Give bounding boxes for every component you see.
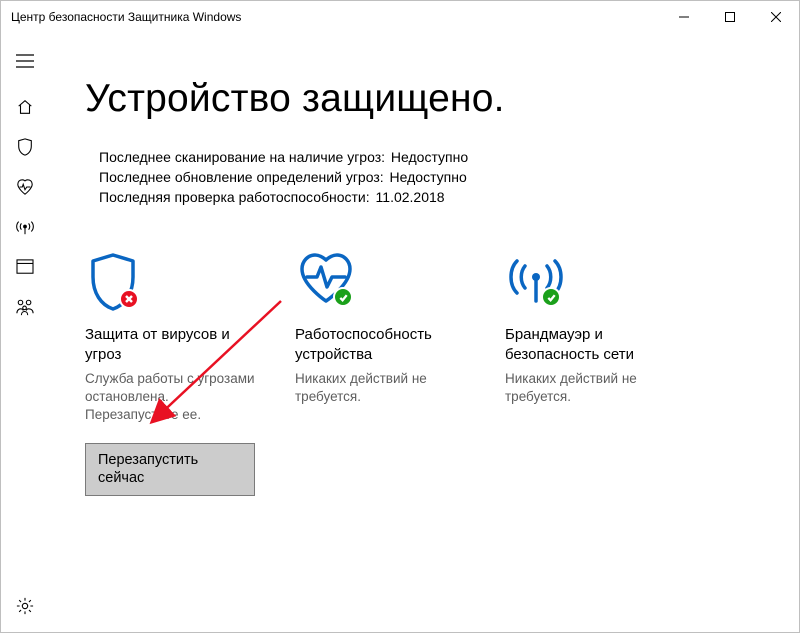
nav-settings[interactable]	[1, 588, 49, 628]
nav-hamburger[interactable]	[1, 41, 49, 81]
card-virus-protection[interactable]: Защита от вирусов и угроз Служба работы …	[85, 251, 255, 496]
page-title: Устройство защищено.	[85, 77, 799, 121]
heart-large-icon	[295, 251, 465, 321]
shield-large-icon	[85, 251, 255, 321]
sidebar	[1, 33, 49, 632]
card-desc: Служба работы с угрозами остановлена. Пе…	[85, 370, 255, 425]
nav-app-browser-control[interactable]	[1, 249, 49, 289]
home-icon	[16, 98, 34, 121]
status-summary: Последнее сканирование на наличие угроз:…	[99, 149, 799, 205]
restart-now-label: Перезапустить сейчас	[98, 452, 198, 486]
last-scan-value: Недоступно	[391, 149, 468, 165]
card-title: Работоспособность устройства	[295, 325, 465, 364]
card-device-health[interactable]: Работоспособность устройства Никаких дей…	[295, 251, 465, 496]
card-firewall[interactable]: Брандмауэр и безопасность сети Никаких д…	[505, 251, 675, 496]
heart-icon	[15, 178, 35, 201]
nav-firewall[interactable]	[1, 209, 49, 249]
antenna-large-icon	[505, 251, 675, 321]
last-defs-value: Недоступно	[390, 169, 467, 185]
status-ok-badge	[333, 287, 353, 307]
card-title: Брандмауэр и безопасность сети	[505, 325, 675, 364]
minimize-button[interactable]	[661, 1, 707, 33]
nav-family-options[interactable]	[1, 289, 49, 329]
status-cards: Защита от вирусов и угроз Служба работы …	[85, 251, 725, 496]
last-health-value: 11.02.2018	[376, 189, 445, 205]
titlebar: Центр безопасности Защитника Windows	[1, 1, 799, 33]
last-defs-label: Последнее обновление определений угроз:	[99, 169, 384, 185]
card-desc: Никаких действий не требуется.	[295, 370, 465, 406]
nav-home[interactable]	[1, 89, 49, 129]
gear-icon	[16, 597, 34, 620]
last-scan-line: Последнее сканирование на наличие угроз:…	[99, 149, 799, 165]
card-title: Защита от вирусов и угроз	[85, 325, 255, 364]
status-ok-badge	[541, 287, 561, 307]
antenna-icon	[15, 218, 35, 241]
nav-device-health[interactable]	[1, 169, 49, 209]
card-desc: Никаких действий не требуется.	[505, 370, 675, 406]
maximize-button[interactable]	[707, 1, 753, 33]
nav-virus-protection[interactable]	[1, 129, 49, 169]
window-controls	[661, 1, 799, 33]
status-error-badge	[119, 289, 139, 309]
last-defs-line: Последнее обновление определений угроз: …	[99, 169, 799, 185]
last-scan-label: Последнее сканирование на наличие угроз:	[99, 149, 385, 165]
family-icon	[15, 298, 35, 321]
last-health-label: Последняя проверка работоспособности:	[99, 189, 370, 205]
window-title: Центр безопасности Защитника Windows	[11, 10, 661, 24]
close-button[interactable]	[753, 1, 799, 33]
window-icon	[16, 259, 34, 280]
shield-icon	[16, 137, 34, 162]
main-content: Устройство защищено. Последнее сканирова…	[49, 33, 799, 632]
restart-now-button[interactable]: Перезапустить сейчас	[85, 443, 255, 496]
last-health-line: Последняя проверка работоспособности: 11…	[99, 189, 799, 205]
